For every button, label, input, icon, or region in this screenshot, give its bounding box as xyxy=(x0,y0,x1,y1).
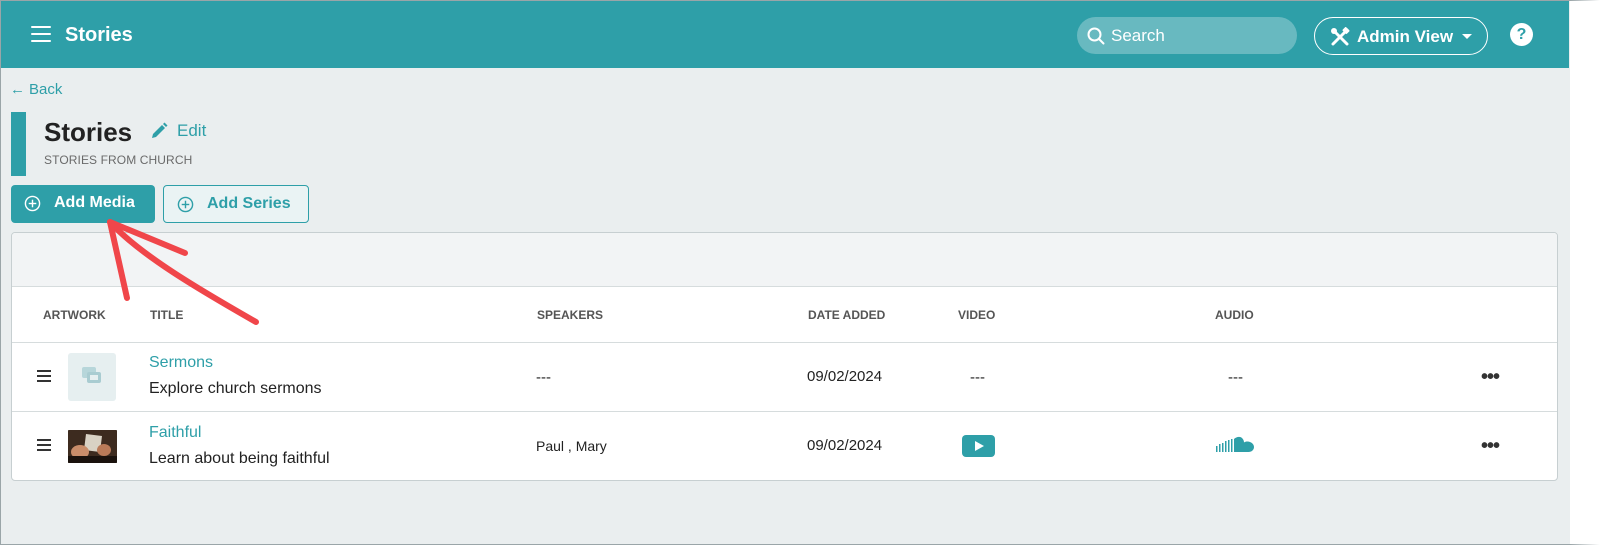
media-table: ARTWORK TITLE SPEAKERS DATE ADDED VIDEO … xyxy=(11,232,1558,481)
drag-handle-icon[interactable] xyxy=(37,439,51,451)
item-video: --- xyxy=(970,369,985,386)
tools-icon xyxy=(1331,27,1350,46)
item-date-added: 09/02/2024 xyxy=(807,368,883,385)
hamburger-menu-icon[interactable] xyxy=(31,25,53,43)
artwork-placeholder xyxy=(68,353,116,401)
more-options-icon[interactable]: ••• xyxy=(1481,435,1500,458)
item-date-added: 09/02/2024 xyxy=(807,437,883,454)
back-label: Back xyxy=(29,81,63,98)
plus-circle-icon xyxy=(24,195,41,212)
add-series-label: Add Series xyxy=(207,195,291,212)
add-series-button[interactable]: Add Series xyxy=(163,185,309,223)
more-options-icon[interactable]: ••• xyxy=(1481,366,1500,389)
column-header-artwork: ARTWORK xyxy=(43,308,106,322)
drag-handle-icon[interactable] xyxy=(37,370,51,382)
column-header-video: VIDEO xyxy=(958,308,996,322)
pencil-icon xyxy=(152,122,168,138)
item-speakers: Paul , Mary xyxy=(536,438,607,454)
media-placeholder-icon xyxy=(82,367,101,383)
back-link[interactable]: ← Back xyxy=(10,81,62,98)
item-description: Learn about being faithful xyxy=(149,450,330,467)
item-description: Explore church sermons xyxy=(149,380,322,397)
artwork-image xyxy=(68,430,117,463)
app-title: Stories xyxy=(65,24,133,46)
divider xyxy=(12,342,1557,343)
admin-view-label: Admin View xyxy=(1357,27,1454,46)
column-header-title: TITLE xyxy=(150,308,184,322)
search-box[interactable] xyxy=(1077,17,1297,54)
admin-view-dropdown[interactable]: Admin View xyxy=(1314,17,1488,55)
item-speakers: --- xyxy=(536,369,551,386)
top-bar: Stories Admin View ? xyxy=(1,1,1569,68)
divider xyxy=(12,286,1557,287)
artwork-thumbnail xyxy=(68,430,117,463)
item-title-link[interactable]: Faithful xyxy=(149,424,201,442)
arrow-left-icon: ← xyxy=(10,81,25,98)
item-audio: --- xyxy=(1228,369,1243,386)
edit-link[interactable]: Edit xyxy=(150,121,206,141)
column-header-speakers: SPEAKERS xyxy=(537,308,604,322)
divider xyxy=(12,411,1557,412)
add-media-label: Add Media xyxy=(54,194,135,211)
page-subtitle: STORIES FROM CHURCH xyxy=(44,153,193,167)
column-header-date-added: DATE ADDED xyxy=(808,308,886,322)
column-header-audio: AUDIO xyxy=(1215,308,1254,322)
chevron-down-icon xyxy=(1462,34,1472,39)
title-accent-bar xyxy=(11,112,26,176)
search-input[interactable] xyxy=(1111,17,1291,54)
search-icon xyxy=(1087,27,1105,45)
edit-label: Edit xyxy=(177,121,207,140)
help-icon[interactable]: ? xyxy=(1510,23,1533,46)
soundcloud-icon[interactable] xyxy=(1216,436,1256,454)
play-button-icon[interactable] xyxy=(962,435,995,457)
item-title-link[interactable]: Sermons xyxy=(149,354,213,372)
plus-circle-icon xyxy=(177,196,194,213)
add-media-button[interactable]: Add Media xyxy=(11,185,155,223)
table-toolbar xyxy=(12,233,1557,286)
page-title: Stories xyxy=(44,117,133,147)
